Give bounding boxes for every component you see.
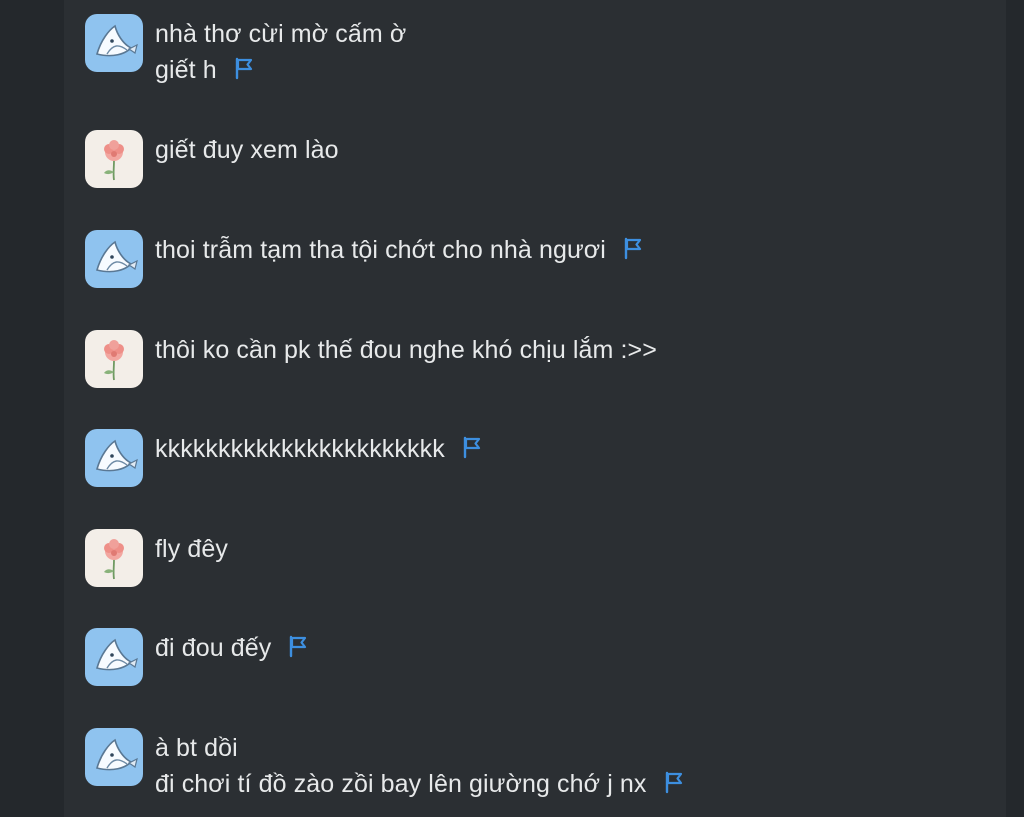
flower-avatar[interactable]: [85, 330, 143, 388]
whale-avatar[interactable]: [85, 429, 143, 487]
message-text: thoi trẫm tạm tha tội chớt cho nhà ngươi: [155, 232, 644, 268]
message-text: thôi ko cần pk thế đou nghe khó chịu lắm…: [155, 336, 657, 364]
message-text: giết h: [155, 52, 406, 88]
whale-avatar[interactable]: [85, 230, 143, 288]
scrollbar-track[interactable]: [1006, 0, 1024, 817]
left-sidebar: [0, 0, 64, 817]
message-text: nhà thơ cừi mờ cấm ờ: [155, 20, 407, 48]
message-text: fly đêy: [155, 535, 228, 563]
flag-icon[interactable]: [663, 770, 685, 794]
message-text: giết đuy xem lào: [155, 136, 339, 164]
message-text: kkkkkkkkkkkkkkkkkkkkkkk: [155, 431, 483, 467]
flower-avatar[interactable]: [85, 130, 143, 188]
flag-icon[interactable]: [461, 435, 483, 459]
flag-icon[interactable]: [233, 56, 255, 80]
message-text: đi đou đếy: [155, 630, 309, 666]
whale-avatar[interactable]: [85, 14, 143, 72]
whale-avatar[interactable]: [85, 628, 143, 686]
whale-avatar[interactable]: [85, 728, 143, 786]
chat-screen: nhà thơ cừi mờ cấm ờ giết h giết đuy xem…: [0, 0, 1024, 817]
flag-icon[interactable]: [622, 236, 644, 260]
message-text: đi chơi tí đồ zào zồi bay lên giường chớ…: [155, 766, 685, 802]
message-text: à bt dồi: [155, 734, 238, 762]
flower-avatar[interactable]: [85, 529, 143, 587]
flag-icon[interactable]: [287, 634, 309, 658]
